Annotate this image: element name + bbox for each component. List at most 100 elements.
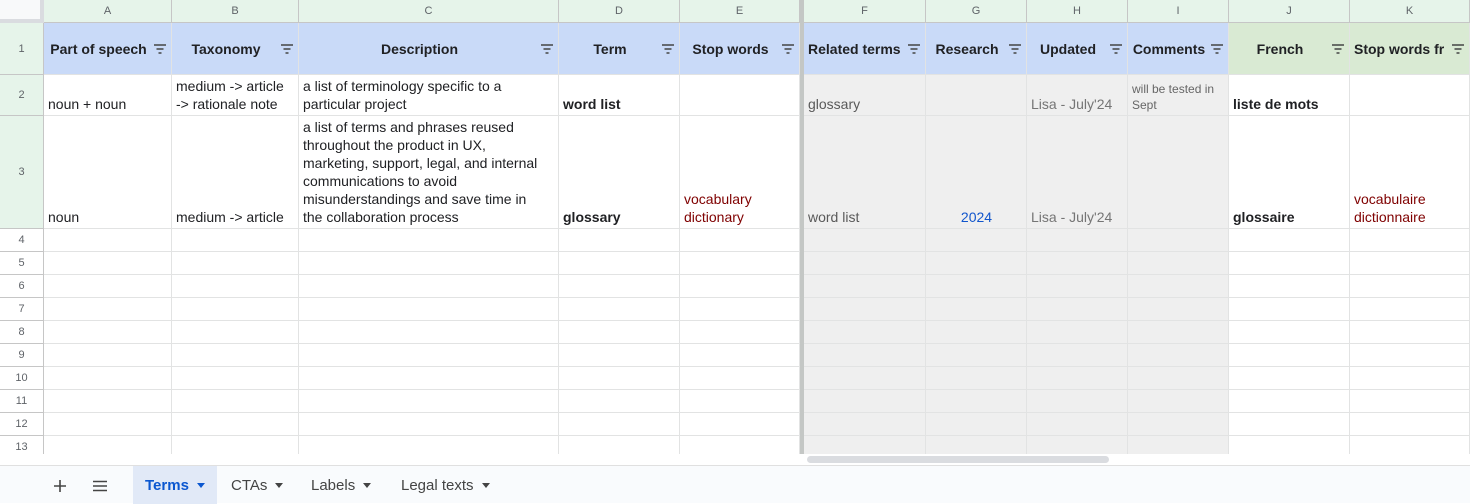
empty-cell[interactable]: [804, 390, 926, 413]
cell-c3[interactable]: a list of terms and phrases reused throu…: [299, 116, 559, 229]
empty-cell[interactable]: [172, 436, 299, 454]
frozen-columns-divider[interactable]: [800, 0, 804, 454]
empty-cell[interactable]: [1027, 275, 1128, 298]
empty-cell[interactable]: [559, 229, 680, 252]
empty-cell[interactable]: [172, 413, 299, 436]
empty-cell[interactable]: [1128, 413, 1229, 436]
empty-cell[interactable]: [1350, 344, 1470, 367]
empty-cell[interactable]: [680, 390, 800, 413]
empty-cell[interactable]: [172, 298, 299, 321]
empty-cell[interactable]: [172, 390, 299, 413]
empty-cell[interactable]: [559, 275, 680, 298]
empty-cell[interactable]: [1027, 298, 1128, 321]
empty-cell[interactable]: [1229, 344, 1350, 367]
empty-cell[interactable]: [44, 298, 172, 321]
chevron-down-icon[interactable]: [275, 482, 284, 488]
cell-k2[interactable]: [1350, 75, 1470, 116]
filter-icon[interactable]: [1110, 43, 1122, 54]
header-cell-stop-words[interactable]: Stop words: [680, 23, 800, 75]
row-header-9[interactable]: 9: [0, 344, 44, 367]
empty-cell[interactable]: [926, 275, 1027, 298]
cell-c2[interactable]: a list of terminology specific to a part…: [299, 75, 559, 116]
empty-cell[interactable]: [299, 344, 559, 367]
empty-cell[interactable]: [680, 275, 800, 298]
cell-g3[interactable]: 2024: [926, 116, 1027, 229]
select-all-corner[interactable]: [0, 0, 44, 23]
empty-cell[interactable]: [804, 229, 926, 252]
cell-a2[interactable]: noun + noun: [44, 75, 172, 116]
header-cell-updated[interactable]: Updated: [1027, 23, 1128, 75]
column-header-b[interactable]: B: [172, 0, 299, 23]
cell-h2[interactable]: Lisa - July'24: [1027, 75, 1128, 116]
filter-icon[interactable]: [281, 43, 293, 54]
empty-cell[interactable]: [804, 275, 926, 298]
column-header-f[interactable]: F: [804, 0, 926, 23]
empty-cell[interactable]: [1350, 298, 1470, 321]
tab-terms[interactable]: Terms: [133, 466, 217, 504]
header-cell-term[interactable]: Term: [559, 23, 680, 75]
empty-cell[interactable]: [680, 298, 800, 321]
filter-icon[interactable]: [908, 43, 920, 54]
empty-cell[interactable]: [1027, 413, 1128, 436]
empty-cell[interactable]: [926, 321, 1027, 344]
tab-ctas[interactable]: CTAs: [219, 466, 295, 504]
cell-d2[interactable]: word list: [559, 75, 680, 116]
empty-cell[interactable]: [1027, 344, 1128, 367]
empty-cell[interactable]: [680, 367, 800, 390]
empty-cell[interactable]: [680, 413, 800, 436]
filter-icon[interactable]: [1211, 43, 1223, 54]
empty-cell[interactable]: [1350, 275, 1470, 298]
empty-cell[interactable]: [1350, 321, 1470, 344]
empty-cell[interactable]: [559, 321, 680, 344]
empty-cell[interactable]: [680, 252, 800, 275]
empty-cell[interactable]: [926, 298, 1027, 321]
empty-cell[interactable]: [1229, 436, 1350, 454]
empty-cell[interactable]: [926, 252, 1027, 275]
plus-icon[interactable]: [48, 474, 72, 498]
cell-i2[interactable]: will be tested in Sept: [1128, 75, 1229, 116]
row-header-2[interactable]: 2: [0, 75, 44, 116]
empty-cell[interactable]: [172, 252, 299, 275]
cell-i3[interactable]: [1128, 116, 1229, 229]
cell-e2[interactable]: [680, 75, 800, 116]
empty-cell[interactable]: [559, 436, 680, 454]
chevron-down-icon[interactable]: [196, 482, 205, 488]
empty-cell[interactable]: [1128, 229, 1229, 252]
empty-cell[interactable]: [299, 298, 559, 321]
cell-j2[interactable]: liste de mots: [1229, 75, 1350, 116]
empty-cell[interactable]: [1027, 436, 1128, 454]
empty-cell[interactable]: [1128, 367, 1229, 390]
empty-cell[interactable]: [44, 413, 172, 436]
empty-cell[interactable]: [1027, 229, 1128, 252]
cell-b2[interactable]: medium -> article -> rationale note: [172, 75, 299, 116]
empty-cell[interactable]: [1350, 229, 1470, 252]
empty-cell[interactable]: [559, 252, 680, 275]
empty-cell[interactable]: [1350, 413, 1470, 436]
header-cell-research[interactable]: Research: [926, 23, 1027, 75]
row-header-4[interactable]: 4: [0, 229, 44, 252]
header-cell-comments[interactable]: Comments: [1128, 23, 1229, 75]
header-cell-description[interactable]: Description: [299, 23, 559, 75]
column-header-j[interactable]: J: [1229, 0, 1350, 23]
cell-h3[interactable]: Lisa - July'24: [1027, 116, 1128, 229]
empty-cell[interactable]: [172, 367, 299, 390]
row-header-1[interactable]: 1: [0, 23, 44, 75]
empty-cell[interactable]: [1229, 275, 1350, 298]
row-header-8[interactable]: 8: [0, 321, 44, 344]
empty-cell[interactable]: [1128, 298, 1229, 321]
row-header-6[interactable]: 6: [0, 275, 44, 298]
empty-cell[interactable]: [680, 344, 800, 367]
cell-k3[interactable]: vocabulaire dictionnaire: [1350, 116, 1470, 229]
column-header-k[interactable]: K: [1350, 0, 1470, 23]
empty-cell[interactable]: [804, 298, 926, 321]
empty-cell[interactable]: [299, 321, 559, 344]
cell-d3[interactable]: glossary: [559, 116, 680, 229]
empty-cell[interactable]: [926, 367, 1027, 390]
empty-cell[interactable]: [1128, 344, 1229, 367]
cell-f2[interactable]: glossary: [804, 75, 926, 116]
hamburger-icon[interactable]: [88, 474, 112, 498]
header-cell-taxonomy[interactable]: Taxonomy: [172, 23, 299, 75]
empty-cell[interactable]: [1128, 321, 1229, 344]
filter-icon[interactable]: [1009, 43, 1021, 54]
empty-cell[interactable]: [1350, 436, 1470, 454]
